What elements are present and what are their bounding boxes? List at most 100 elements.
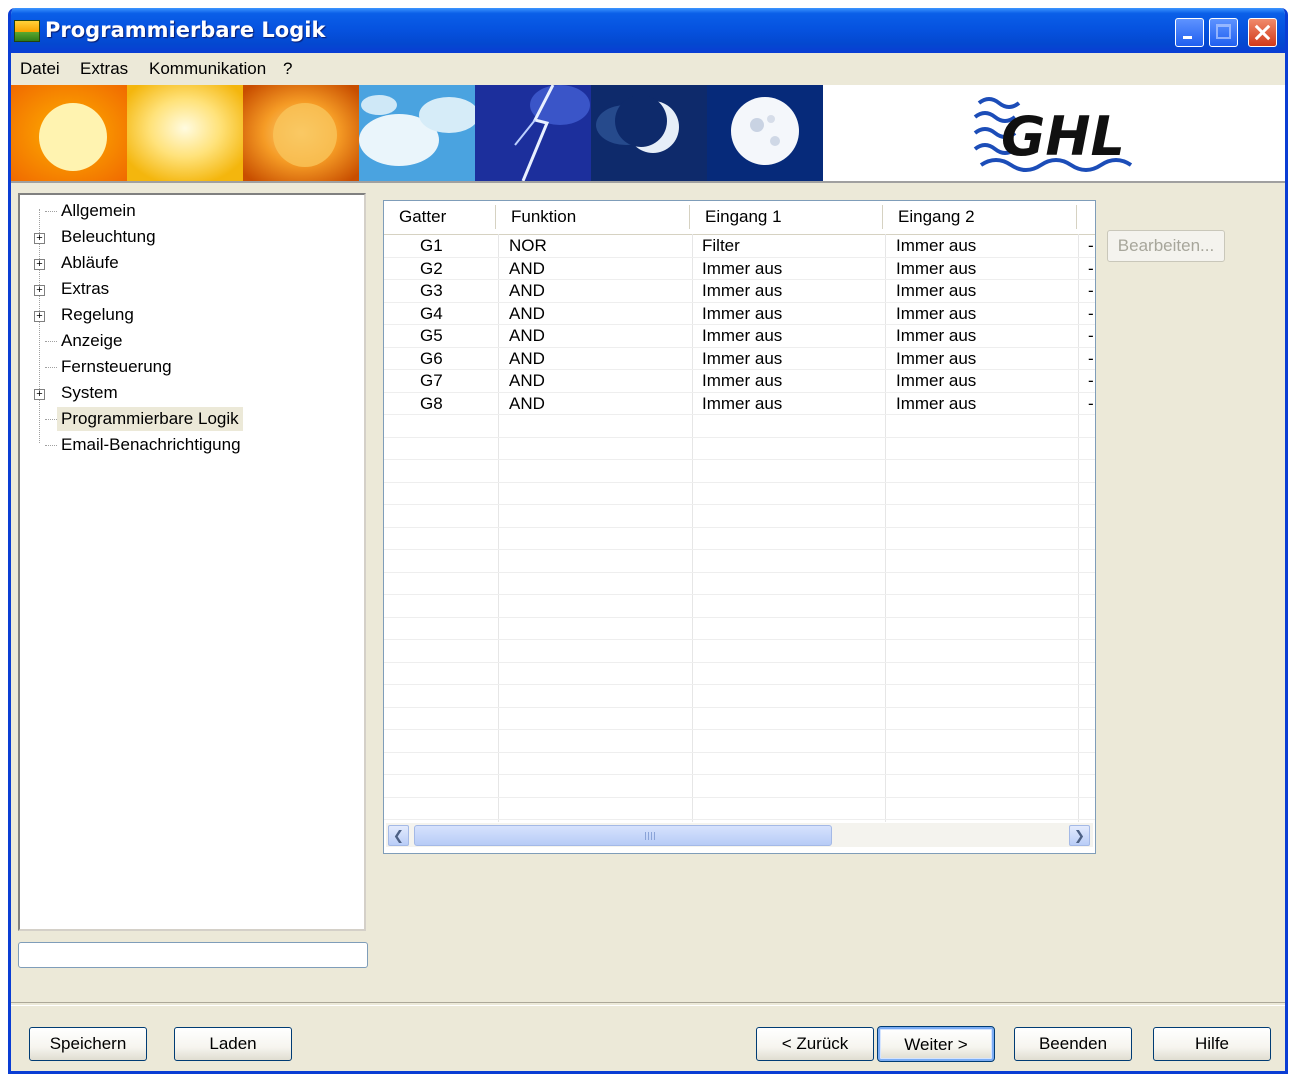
table-cell: AND (509, 258, 545, 278)
table-row[interactable]: G3 AND Immer aus Immer aus - (384, 280, 1095, 303)
table-row[interactable]: G2 AND Immer aus Immer aus - (384, 258, 1095, 280)
full-moon-image (707, 85, 823, 181)
column-header-eingang-1[interactable]: Eingang 1 (690, 205, 883, 229)
lightning-image (475, 85, 591, 181)
table-row[interactable] (384, 483, 1095, 505)
table-row[interactable] (384, 640, 1095, 663)
quit-button[interactable]: Beenden (1014, 1027, 1132, 1061)
table-row[interactable] (384, 663, 1095, 685)
main-window: Programmierbare Logik Datei Extras Kommu… (8, 8, 1288, 1074)
table-cell-overflow: - (1088, 371, 1094, 390)
logic-gates-table[interactable]: Gatter Funktion Eingang 1 Eingang 2 G1 NO… (383, 200, 1096, 854)
app-icon[interactable] (14, 20, 40, 42)
table-cell: AND (509, 281, 545, 300)
table-row[interactable]: G1 NOR Filter Immer aus - (384, 235, 1095, 258)
tree-item-ablaeufe[interactable]: Abläufe (57, 251, 123, 275)
tree-item-anzeige[interactable]: Anzeige (57, 329, 126, 353)
table-cell: Immer aus (702, 393, 783, 413)
tree-item-beleuchtung[interactable]: Beleuchtung (57, 225, 160, 249)
table-cell: AND (509, 326, 545, 345)
table-row[interactable]: G5 AND Immer aus Immer aus - (384, 325, 1095, 348)
table-cell: Immer aus (702, 326, 783, 345)
title-bar[interactable]: Programmierbare Logik (11, 8, 1285, 53)
table-row[interactable] (384, 685, 1095, 708)
maximize-button[interactable] (1209, 18, 1238, 47)
help-button[interactable]: Hilfe (1153, 1027, 1271, 1061)
table-row[interactable] (384, 618, 1095, 640)
table-row[interactable]: G6 AND Immer aus Immer aus - (384, 348, 1095, 370)
table-cell: Immer aus (896, 371, 977, 390)
table-cell: Immer aus (702, 371, 783, 390)
save-button[interactable]: Speichern (29, 1027, 147, 1061)
tree-item-email-benachrichtigung[interactable]: Email-Benachrichtigung (57, 433, 245, 457)
table-row[interactable]: G7 AND Immer aus Immer aus - (384, 370, 1095, 393)
table-cell: Immer aus (702, 281, 783, 300)
table-cell-overflow: - (1088, 281, 1094, 300)
tree-connector (45, 419, 57, 420)
menu-help[interactable]: ? (283, 59, 292, 79)
table-row[interactable]: G4 AND Immer aus Immer aus - (384, 303, 1095, 325)
table-cell: G7 (420, 371, 443, 390)
menu-extras[interactable]: Extras (80, 59, 128, 79)
clouds-image (359, 85, 475, 181)
table-cell: Filter (702, 236, 740, 255)
table-cell: Immer aus (702, 258, 783, 278)
tree-connector (45, 211, 57, 212)
table-row[interactable] (384, 438, 1095, 460)
table-row[interactable] (384, 730, 1095, 753)
table-cell: Immer aus (896, 326, 977, 345)
table-cell: G5 (420, 326, 443, 345)
back-button[interactable]: < Zurück (756, 1027, 874, 1061)
scroll-left-icon[interactable]: ❮ (388, 825, 409, 846)
tree-item-fernsteuerung[interactable]: Fernsteuerung (57, 355, 176, 379)
navigation-tree[interactable]: Allgemein + Beleuchtung + Abläufe + Extr… (18, 193, 366, 931)
table-cell-overflow: - (1088, 258, 1094, 278)
table-cell: G1 (420, 236, 443, 255)
moon-crescent-image (591, 85, 707, 181)
logo-text: GHL (1001, 105, 1125, 168)
column-header-gatter[interactable]: Gatter (384, 205, 496, 229)
tree-connector (45, 445, 57, 446)
tree-item-programmierbare-logik[interactable]: Programmierbare Logik (57, 407, 243, 431)
table-row[interactable] (384, 460, 1095, 483)
table-row[interactable] (384, 775, 1095, 798)
expand-icon[interactable]: + (34, 389, 45, 400)
table-row[interactable] (384, 528, 1095, 550)
close-button[interactable] (1248, 18, 1277, 47)
table-row[interactable] (384, 753, 1095, 775)
sunset-image (243, 85, 359, 181)
next-button[interactable]: Weiter > (877, 1026, 995, 1062)
expand-icon[interactable]: + (34, 311, 45, 322)
expand-icon[interactable]: + (34, 259, 45, 270)
menu-kommunikation[interactable]: Kommunikation (149, 59, 266, 79)
table-cell: Immer aus (896, 258, 977, 278)
expand-icon[interactable]: + (34, 285, 45, 296)
horizontal-scrollbar[interactable]: ❮ ❯ (386, 823, 1093, 847)
tree-item-allgemein[interactable]: Allgemein (57, 199, 140, 223)
table-row[interactable] (384, 550, 1095, 573)
table-cell: Immer aus (896, 348, 977, 368)
column-header-eingang-2[interactable]: Eingang 2 (883, 205, 1077, 229)
table-row[interactable] (384, 505, 1095, 528)
scroll-right-icon[interactable]: ❯ (1069, 825, 1090, 846)
table-row[interactable] (384, 415, 1095, 438)
table-row[interactable] (384, 595, 1095, 618)
sun-bright-image (127, 85, 243, 181)
table-row[interactable] (384, 573, 1095, 595)
tree-item-system[interactable]: System (57, 381, 122, 405)
load-button[interactable]: Laden (174, 1027, 292, 1061)
table-row[interactable] (384, 708, 1095, 730)
table-row[interactable]: G8 AND Immer aus Immer aus - (384, 393, 1095, 415)
header-banner: GHL (11, 85, 1285, 181)
table-row[interactable] (384, 798, 1095, 820)
expand-icon[interactable]: + (34, 233, 45, 244)
edit-button[interactable]: Bearbeiten... (1107, 230, 1225, 262)
tree-item-extras[interactable]: Extras (57, 277, 113, 301)
footer-separator (11, 1002, 1285, 1006)
column-header-funktion[interactable]: Funktion (496, 205, 690, 229)
menu-datei[interactable]: Datei (20, 59, 60, 79)
tree-item-regelung[interactable]: Regelung (57, 303, 138, 327)
minimize-button[interactable] (1175, 18, 1204, 47)
table-cell: AND (509, 371, 545, 390)
scroll-thumb[interactable] (414, 825, 832, 846)
